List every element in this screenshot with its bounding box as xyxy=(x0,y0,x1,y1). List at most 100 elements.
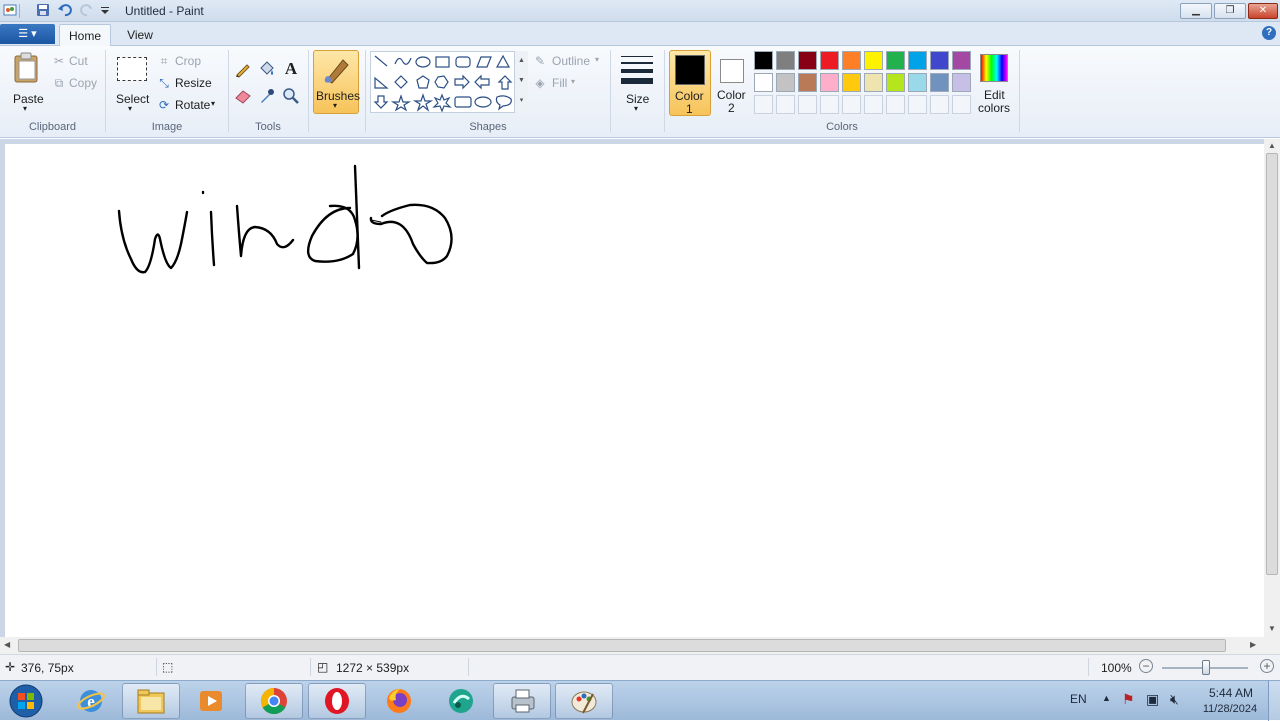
palette-swatch[interactable] xyxy=(952,95,971,114)
zoom-slider-thumb[interactable] xyxy=(1202,660,1210,675)
vertical-scroll-thumb[interactable] xyxy=(1266,153,1278,575)
horizontal-scrollbar[interactable]: ◀ ▶ xyxy=(0,637,1280,654)
internet-explorer-icon[interactable]: e xyxy=(62,683,120,719)
palette-swatch[interactable] xyxy=(820,95,839,114)
palette-swatch[interactable] xyxy=(842,95,861,114)
crop-button[interactable]: ⌗ Crop xyxy=(157,53,217,71)
close-button[interactable]: ✕ xyxy=(1248,3,1278,19)
redo-icon[interactable] xyxy=(79,3,95,19)
palette-swatch[interactable] xyxy=(776,51,795,70)
palette-swatch[interactable] xyxy=(886,51,905,70)
opera-icon[interactable] xyxy=(308,683,366,719)
file-menu-button[interactable]: ☰ ▾ xyxy=(0,24,55,44)
palette-swatch[interactable] xyxy=(864,51,883,70)
color-picker-icon[interactable] xyxy=(257,86,277,106)
palette-swatch[interactable] xyxy=(930,73,949,92)
customize-icon[interactable] xyxy=(97,3,113,19)
palette-swatch[interactable] xyxy=(776,73,795,92)
magnifier-icon[interactable] xyxy=(281,86,301,106)
palette-swatch[interactable] xyxy=(864,73,883,92)
palette-swatch[interactable] xyxy=(798,73,817,92)
palette-swatch[interactable] xyxy=(886,95,905,114)
clock-time[interactable]: 5:44 AM xyxy=(1205,686,1257,700)
palette-swatch[interactable] xyxy=(908,51,927,70)
tab-view[interactable]: View xyxy=(116,24,164,46)
show-desktop-button[interactable] xyxy=(1268,681,1280,721)
text-tool-icon[interactable]: A xyxy=(281,59,301,79)
eraser-icon[interactable] xyxy=(233,86,253,106)
shapes-gallery[interactable] xyxy=(370,51,528,113)
palette-swatch[interactable] xyxy=(820,51,839,70)
clock-date[interactable]: 11/28/2024 xyxy=(1198,703,1262,715)
chevron-down-icon: ▾ xyxy=(23,104,28,113)
palette-swatch[interactable] xyxy=(908,95,927,114)
help-icon[interactable]: ? xyxy=(1262,26,1276,40)
action-center-icon[interactable]: ⚑ xyxy=(1122,691,1135,708)
chrome-icon[interactable] xyxy=(245,683,303,719)
paint-app-icon[interactable] xyxy=(2,3,18,19)
copy-button[interactable]: ⧉ Copy xyxy=(52,75,100,93)
palette-swatch[interactable] xyxy=(842,51,861,70)
paste-button[interactable]: Paste ▾ xyxy=(6,50,48,113)
minimize-button[interactable]: ▁ xyxy=(1180,3,1212,19)
color2-button[interactable]: Color 2 xyxy=(713,50,751,116)
outline-button[interactable]: ✎ Outline ▾ xyxy=(533,53,607,71)
edit-colors-button[interactable]: Edit colors xyxy=(975,50,1013,116)
file-explorer-icon[interactable] xyxy=(122,683,180,719)
printer-app-icon[interactable] xyxy=(493,683,551,719)
fill-button[interactable]: ◈ Fill ▾ xyxy=(533,75,607,93)
scroll-left-icon[interactable]: ◀ xyxy=(4,640,10,649)
canvas-size: 1272 × 539px xyxy=(336,661,410,675)
palette-swatch[interactable] xyxy=(886,73,905,92)
volume-muted-icon[interactable]: 🔇︎ xyxy=(1170,691,1179,708)
palette-swatch[interactable] xyxy=(754,51,773,70)
save-icon[interactable] xyxy=(35,3,51,19)
shapes-scroll[interactable]: ▲ ▼ ▾ xyxy=(514,51,528,113)
media-player-icon[interactable] xyxy=(182,683,240,719)
horizontal-scroll-thumb[interactable] xyxy=(18,639,1226,652)
color1-button[interactable]: Color 1 xyxy=(669,50,711,116)
palette-swatch[interactable] xyxy=(798,51,817,70)
size-button[interactable]: Size ▾ xyxy=(615,50,659,114)
restore-icon: ❐ xyxy=(1225,5,1235,16)
palette-swatch[interactable] xyxy=(776,95,795,114)
palette-swatch[interactable] xyxy=(842,73,861,92)
scroll-down-icon[interactable]: ▼ xyxy=(1268,624,1276,633)
tab-home[interactable]: Home xyxy=(59,24,111,46)
vertical-scrollbar[interactable]: ▲ ▼ xyxy=(1264,139,1280,637)
palette-swatch[interactable] xyxy=(820,73,839,92)
palette-swatch[interactable] xyxy=(952,51,971,70)
rotate-button[interactable]: ⟳ Rotate ▾ xyxy=(157,97,221,115)
palette-swatch[interactable] xyxy=(930,51,949,70)
rotate-icon: ⟳ xyxy=(158,98,170,112)
brushes-button[interactable]: Brushes ▾ xyxy=(313,50,360,114)
scroll-right-icon[interactable]: ▶ xyxy=(1250,640,1256,649)
language-indicator[interactable]: EN xyxy=(1070,692,1087,706)
palette-swatch[interactable] xyxy=(864,95,883,114)
cut-button[interactable]: ✂ Cut xyxy=(52,53,100,71)
zoom-out-icon[interactable]: − xyxy=(1139,659,1153,673)
resize-button[interactable]: ⤡ Resize xyxy=(157,75,217,93)
firefox-icon[interactable] xyxy=(370,683,428,719)
palette-swatch[interactable] xyxy=(754,73,773,92)
pencil-icon[interactable] xyxy=(233,59,253,79)
palette-swatch[interactable] xyxy=(754,95,773,114)
copy-icon: ⧉ xyxy=(54,75,64,90)
zoom-in-icon[interactable]: + xyxy=(1260,659,1274,673)
paint-taskbar-icon[interactable] xyxy=(555,683,613,719)
scroll-up-icon[interactable]: ▲ xyxy=(1268,141,1276,150)
palette-swatch[interactable] xyxy=(952,73,971,92)
start-orb-icon[interactable] xyxy=(4,683,48,719)
restore-button[interactable]: ❐ xyxy=(1214,3,1246,19)
network-icon[interactable]: ▣ xyxy=(1146,691,1159,708)
fill-bucket-icon[interactable] xyxy=(257,59,277,79)
palette-swatch[interactable] xyxy=(798,95,817,114)
palette-swatch[interactable] xyxy=(908,73,927,92)
select-button[interactable]: Select ▾ xyxy=(112,50,152,113)
undo-icon[interactable] xyxy=(57,3,73,19)
drawing-canvas[interactable] xyxy=(5,144,1264,637)
app-icon[interactable] xyxy=(432,683,490,719)
show-hidden-icons-icon[interactable]: ▲ xyxy=(1102,693,1111,703)
chevron-down-icon: ▾ xyxy=(333,101,338,110)
palette-swatch[interactable] xyxy=(930,95,949,114)
